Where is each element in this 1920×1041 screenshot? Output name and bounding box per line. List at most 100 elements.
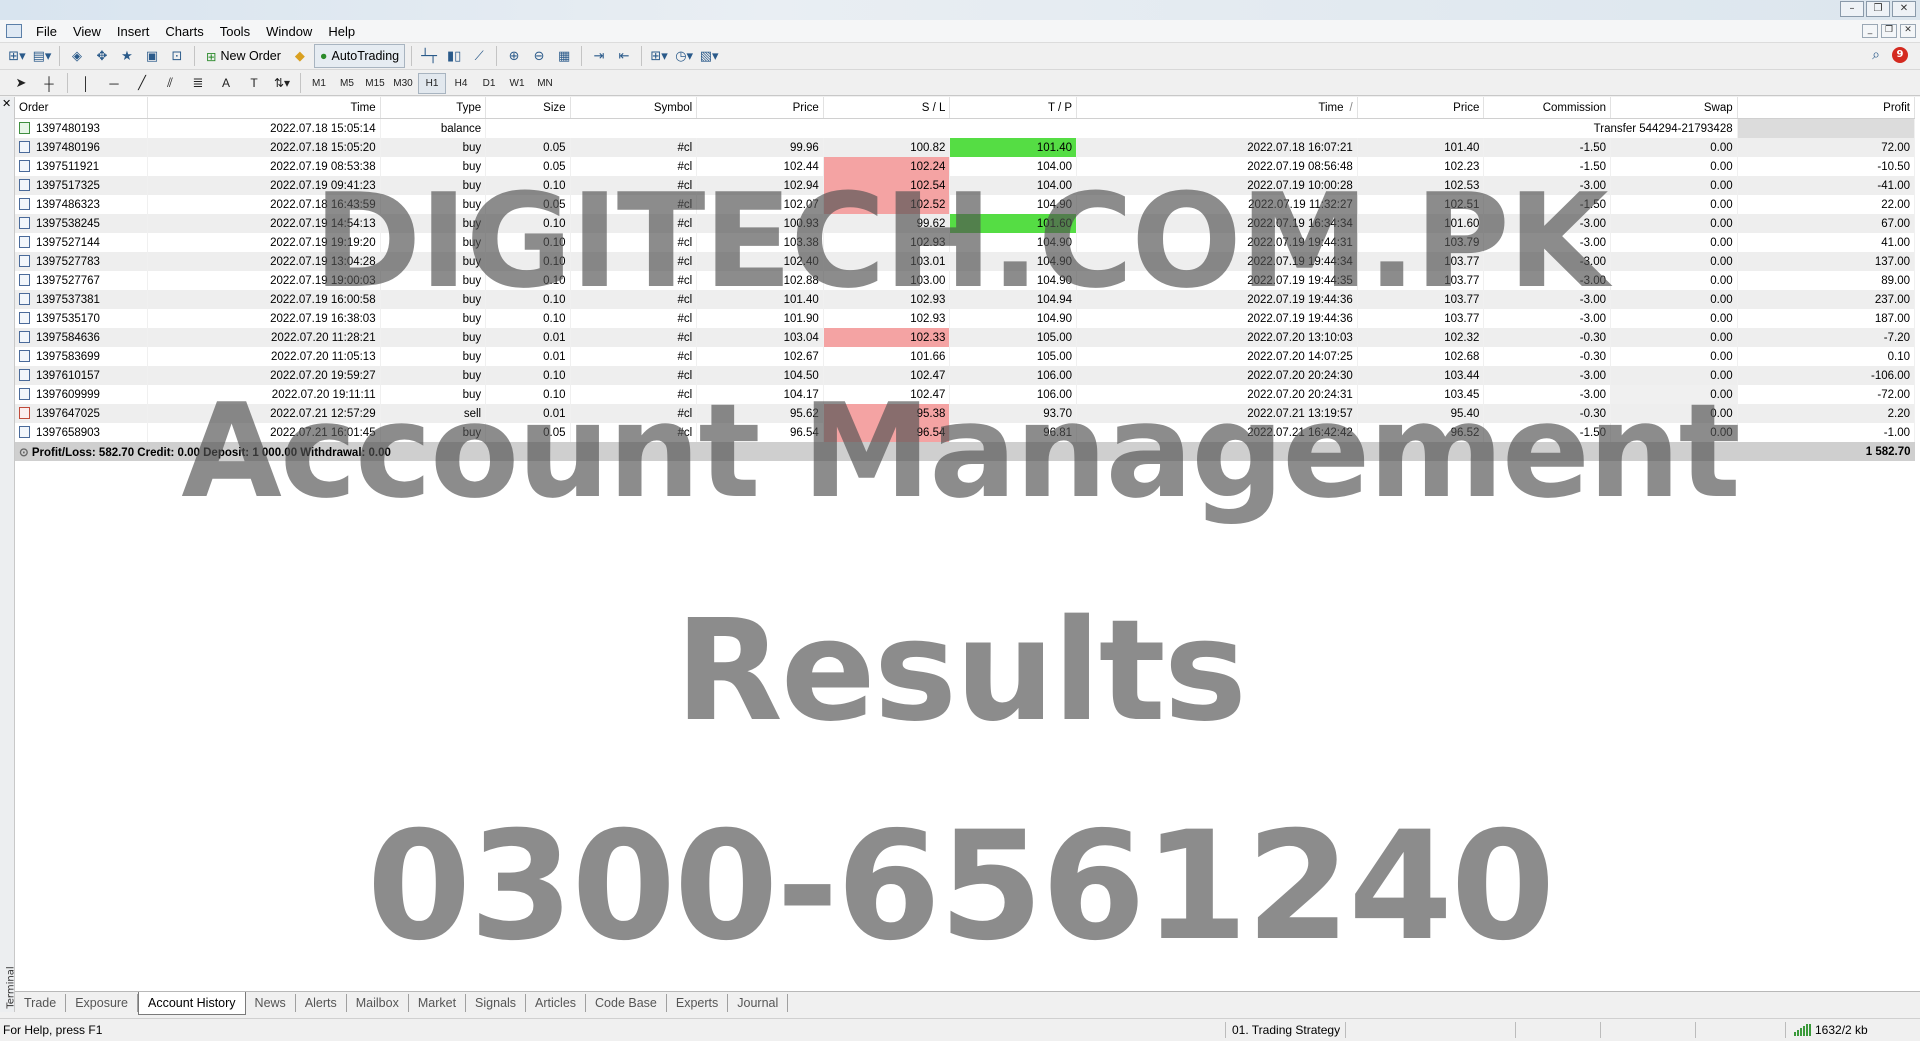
table-row[interactable]: 1397535170 2022.07.19 16:38:03 buy 0.10 #cl 1… (15, 309, 1916, 328)
table-row[interactable]: 1397583699 2022.07.20 11:05:13 buy 0.01 #cl 1… (15, 347, 1916, 366)
tab-articles[interactable]: Articles (526, 994, 587, 1012)
timeframe-m1[interactable]: M1 (306, 74, 332, 93)
menu-window[interactable]: Window (258, 24, 320, 39)
col-time[interactable]: Time (147, 97, 381, 119)
menu-charts[interactable]: Charts (157, 24, 211, 39)
auto-trading-button[interactable]: ● AutoTrading (313, 44, 406, 68)
indicators-icon[interactable]: ⊞▾ (648, 46, 670, 67)
tile-windows-icon[interactable]: ▦ (553, 46, 575, 67)
timeframe-m5[interactable]: M5 (334, 74, 360, 93)
close-icon[interactable]: ✕ (1892, 1, 1916, 17)
table-row[interactable]: 1397658903 2022.07.21 16:01:45 buy 0.05 #cl 9… (15, 423, 1916, 442)
table-row[interactable]: 1397511921 2022.07.19 08:53:38 buy 0.05 #cl 1… (15, 157, 1916, 176)
tab-market[interactable]: Market (409, 994, 467, 1012)
menu-help[interactable]: Help (320, 24, 363, 39)
col-size[interactable]: Size (485, 97, 571, 119)
text-label-icon[interactable]: T (241, 74, 267, 93)
tab-alerts[interactable]: Alerts (296, 994, 347, 1012)
timeframe-m30[interactable]: M30 (390, 74, 416, 93)
vertical-line-icon[interactable]: │ (73, 74, 99, 93)
navigator-icon[interactable]: ✥ (91, 46, 113, 67)
tab-journal[interactable]: Journal (728, 994, 789, 1012)
table-row[interactable]: 1397527144 2022.07.19 19:19:20 buy 0.10 #cl 1… (15, 233, 1916, 252)
col-symbol[interactable]: Symbol (570, 97, 698, 119)
col-commission[interactable]: Commission (1483, 97, 1611, 119)
table-row[interactable]: 1397609999 2022.07.20 19:11:11 buy 0.10 #cl 1… (15, 385, 1916, 404)
tab-account-history[interactable]: Account History (138, 992, 246, 1015)
search-icon[interactable]: ⌕ (1872, 47, 1880, 63)
col-profit[interactable]: Profit (1737, 97, 1916, 119)
tab-trade[interactable]: Trade (15, 994, 67, 1012)
profiles-icon[interactable]: ▤▾ (31, 46, 53, 67)
app-icon[interactable] (6, 24, 22, 38)
timeframe-m15[interactable]: M15 (362, 74, 388, 93)
restore-icon[interactable]: ❐ (1866, 1, 1890, 17)
table-row[interactable]: 1397527783 2022.07.19 13:04:28 buy 0.10 #cl 1… (15, 252, 1916, 271)
timeframe-h4[interactable]: H4 (448, 74, 474, 93)
col-swap[interactable]: Swap (1610, 97, 1738, 119)
table-row[interactable]: 1397647025 2022.07.21 12:57:29 sell 0.01 #cl… (15, 404, 1916, 423)
chart-shift-icon[interactable]: ⇤ (613, 46, 635, 67)
templates-icon[interactable]: ▧▾ (698, 46, 720, 67)
strategy-tester-icon[interactable]: ⊡ (166, 46, 188, 67)
col-tp[interactable]: T / P (949, 97, 1078, 119)
mdi-close-icon[interactable]: ✕ (1900, 24, 1916, 38)
zoom-out-icon[interactable]: ⊖ (528, 46, 550, 67)
new-chart-icon[interactable]: ⊞▾ (6, 46, 28, 67)
notifications-badge[interactable]: 9 (1892, 47, 1908, 63)
market-watch-icon[interactable]: ◈ (66, 46, 88, 67)
table-row[interactable]: 1397538245 2022.07.19 14:54:13 buy 0.10 #cl 1… (15, 214, 1916, 233)
table-row[interactable]: 1397537381 2022.07.19 16:00:58 buy 0.10 #cl 1… (15, 290, 1916, 309)
minimize-icon[interactable]: – (1840, 1, 1864, 17)
close-terminal-icon[interactable]: ✕ (2, 97, 11, 110)
terminal-icon[interactable]: ▣ (141, 46, 163, 67)
table-row[interactable]: 1397527767 2022.07.19 19:00:03 buy 0.10 #cl 1… (15, 271, 1916, 290)
zoom-in-icon[interactable]: ⊕ (503, 46, 525, 67)
tab-exposure[interactable]: Exposure (66, 994, 139, 1012)
mdi-restore-icon[interactable]: ❐ (1881, 24, 1897, 38)
fibonacci-icon[interactable]: ≣ (185, 74, 211, 93)
balance-row[interactable]: 1397480193 2022.07.18 15:05:14 balance T… (15, 118, 1916, 138)
trendline-icon[interactable]: ╱ (129, 74, 155, 93)
menu-tools[interactable]: Tools (212, 24, 258, 39)
new-order-button[interactable]: ⊞ New Order (201, 45, 286, 67)
horizontal-line-icon[interactable]: ─ (101, 74, 127, 93)
timeframe-mn[interactable]: MN (532, 74, 558, 93)
tab-mailbox[interactable]: Mailbox (347, 994, 409, 1012)
tab-code-base[interactable]: Code Base (586, 994, 667, 1012)
col-type[interactable]: Type (380, 97, 487, 119)
table-row[interactable]: 1397480196 2022.07.18 15:05:20 buy 0.05 #cl 9… (15, 138, 1916, 157)
tab-experts[interactable]: Experts (667, 994, 729, 1012)
timeframe-d1[interactable]: D1 (476, 74, 502, 93)
menu-file[interactable]: File (28, 24, 65, 39)
text-icon[interactable]: A (213, 74, 239, 93)
arrows-icon[interactable]: ⇅▾ (269, 74, 295, 93)
tab-signals[interactable]: Signals (466, 994, 527, 1012)
table-row[interactable]: 1397584636 2022.07.20 11:28:21 buy 0.01 #cl 1… (15, 328, 1916, 347)
auto-scroll-icon[interactable]: ⇥ (588, 46, 610, 67)
data-window-icon[interactable]: ★ (116, 46, 138, 67)
col-sl[interactable]: S / L (823, 97, 951, 119)
metaeditor-icon[interactable]: ◆ (289, 46, 311, 67)
candlestick-icon[interactable]: ▮▯ (443, 46, 465, 67)
table-row[interactable]: 1397610157 2022.07.20 19:59:27 buy 0.10 #cl 1… (15, 366, 1916, 385)
table-row[interactable]: 1397486323 2022.07.18 16:43:59 buy 0.05 #cl 1… (15, 195, 1916, 214)
timeframe-w1[interactable]: W1 (504, 74, 530, 93)
status-profile[interactable]: 01. Trading Strategy (1232, 1023, 1340, 1037)
tab-news[interactable]: News (246, 994, 296, 1012)
bar-chart-icon[interactable]: ┴┬ (418, 46, 440, 67)
col-price[interactable]: Price (696, 97, 824, 119)
cursor-icon[interactable]: ➤ (8, 74, 34, 93)
line-chart-icon[interactable]: ⟋ (468, 46, 490, 67)
menu-view[interactable]: View (65, 24, 109, 39)
menu-insert[interactable]: Insert (109, 24, 158, 39)
col-close-time[interactable]: Time / (1076, 97, 1358, 119)
connection-status[interactable]: 1632/2 kb (1794, 1023, 1868, 1037)
col-order[interactable]: Order (15, 97, 149, 119)
timeframe-h1[interactable]: H1 (418, 72, 446, 94)
col-close-price[interactable]: Price (1357, 97, 1485, 119)
channel-icon[interactable]: ⫽ (157, 74, 183, 93)
table-row[interactable]: 1397517325 2022.07.19 09:41:23 buy 0.10 #cl 1… (15, 176, 1916, 195)
mdi-minimize-icon[interactable]: _ (1862, 24, 1878, 38)
periods-icon[interactable]: ◷▾ (673, 46, 695, 67)
